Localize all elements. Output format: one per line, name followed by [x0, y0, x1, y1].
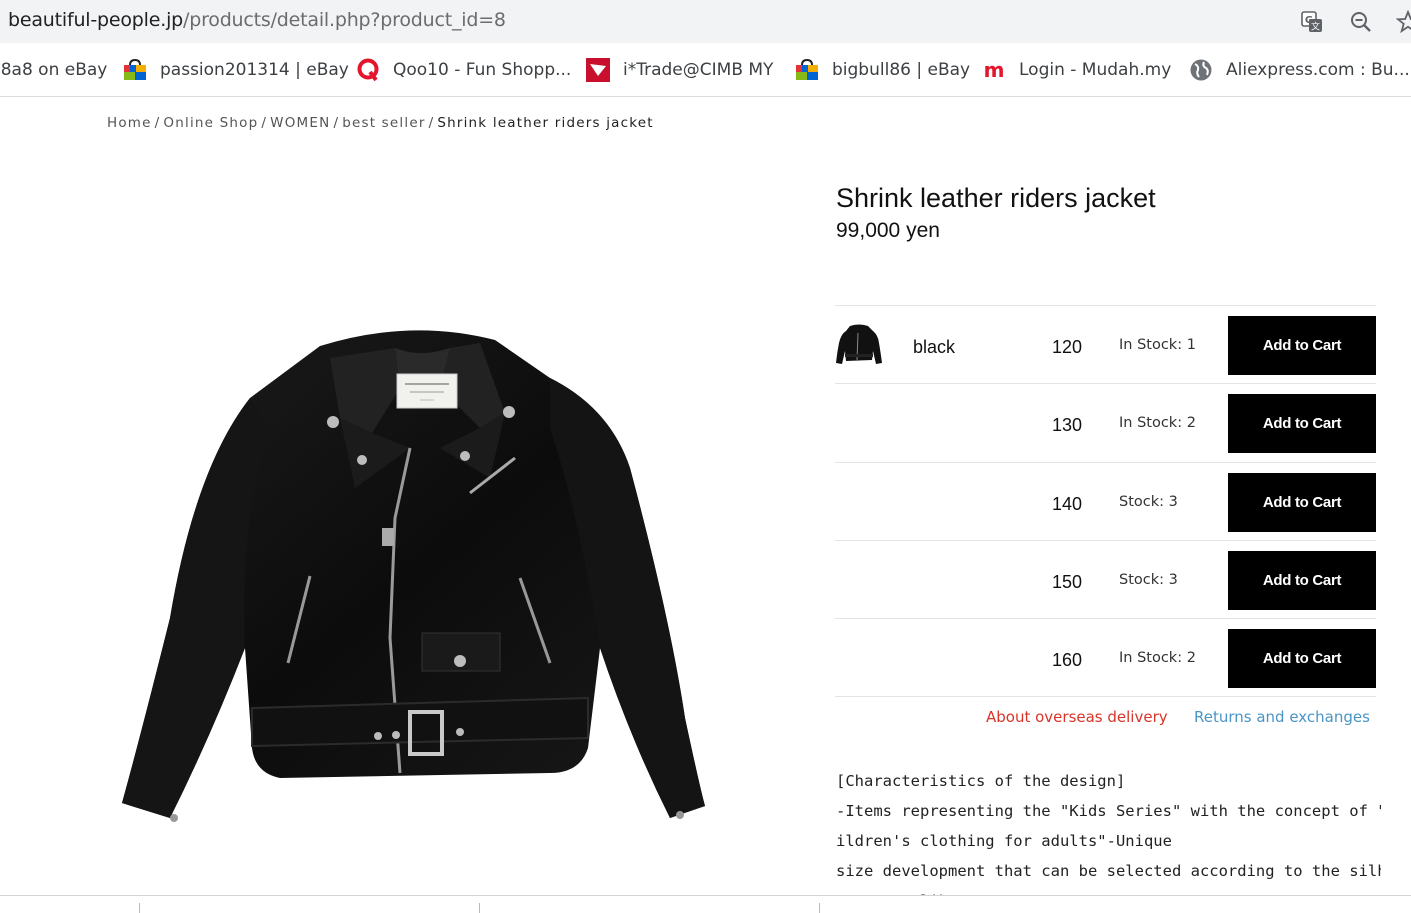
divider: [139, 903, 140, 913]
description-line: ette you like.: [836, 886, 1381, 895]
variant-size: 160: [1052, 650, 1083, 671]
bookmark-label: Login - Mudah.my: [1019, 60, 1172, 80]
svg-text:文: 文: [1311, 21, 1320, 33]
variant-row: 160 In Stock: 2 Add to Cart: [835, 619, 1376, 698]
breadcrumb-best-seller[interactable]: best seller: [342, 115, 425, 131]
bookmark-item[interactable]: m Login - Mudah.my: [981, 43, 1172, 96]
ebay-bag-icon: [796, 58, 818, 80]
breadcrumb-women[interactable]: WOMEN: [270, 115, 330, 131]
bookmark-item[interactable]: Qoo10 - Fun Shopp...: [355, 43, 572, 96]
bookmark-label: Qoo10 - Fun Shopp...: [393, 60, 572, 80]
variant-table: black 120 In Stock: 1 Add to Cart 130 In…: [835, 305, 1376, 698]
zoom-icon[interactable]: [1349, 10, 1373, 34]
variant-row: 140 Stock: 3 Add to Cart: [835, 463, 1376, 541]
variant-thumbnail[interactable]: [836, 323, 882, 365]
address-bar[interactable]: beautiful-people.jp/products/detail.php?…: [0, 0, 1411, 43]
product-image[interactable]: [110, 318, 720, 838]
bookmark-label: bigbull86 | eBay: [832, 60, 971, 80]
variant-stock: In Stock: 1: [1119, 337, 1196, 353]
variant-stock: In Stock: 2: [1119, 415, 1196, 432]
variant-stock: Stock: 3: [1119, 493, 1178, 510]
cimb-icon: [586, 58, 610, 82]
product-price: 99,000 yen: [836, 219, 940, 242]
url-text[interactable]: beautiful-people.jp/products/detail.php?…: [8, 9, 506, 31]
description-line: -Items representing the "Kids Series" wi…: [836, 802, 1381, 820]
divider: [479, 903, 480, 913]
variant-stock: In Stock: 2: [1119, 650, 1196, 667]
bookmarks-bar: l8a8 on eBay passion201314 | eBay Qoo10 …: [0, 43, 1411, 97]
variant-row: 150 Stock: 3 Add to Cart: [835, 541, 1376, 620]
bookmark-item[interactable]: Aliexpress.com : Bu...: [1188, 43, 1410, 96]
bookmark-star-icon[interactable]: [1396, 10, 1411, 34]
variant-stock: Stock: 3: [1119, 571, 1178, 588]
bottom-strip: [0, 895, 1411, 913]
translate-icon[interactable]: G 文: [1300, 10, 1324, 34]
variant-row: 130 In Stock: 2 Add to Cart: [835, 384, 1376, 463]
bookmark-label: Aliexpress.com : Bu...: [1226, 60, 1410, 80]
breadcrumb-separator: /: [428, 115, 435, 131]
description-line: ildren's clothing for adults"-Unique: [836, 832, 1172, 850]
globe-icon: [1190, 59, 1212, 81]
bookmark-item[interactable]: bigbull86 | eBay: [794, 43, 971, 96]
description-line: [Characteristics of the design]: [836, 772, 1126, 790]
mudah-icon: m: [984, 58, 1005, 82]
breadcrumb-home[interactable]: Home: [107, 115, 152, 131]
bookmark-item[interactable]: i*Trade@CIMB MY: [585, 43, 774, 96]
variant-size: 140: [1052, 493, 1083, 514]
breadcrumb-online-shop[interactable]: Online Shop: [163, 115, 258, 131]
divider: [819, 903, 820, 913]
breadcrumb: Home / Online Shop / WOMEN / best seller / Shrin…: [107, 115, 654, 131]
bookmark-label: i*Trade@CIMB MY: [623, 60, 774, 80]
returns-link[interactable]: Returns and exchanges: [1194, 708, 1370, 726]
description-line: size development that can be selected ac…: [836, 862, 1381, 880]
svg-text:m: m: [984, 58, 1005, 82]
breadcrumb-separator: /: [154, 115, 161, 131]
breadcrumb-separator: /: [333, 115, 340, 131]
breadcrumb-current: Shrink leather riders jacket: [437, 115, 654, 131]
breadcrumb-separator: /: [261, 115, 268, 131]
bookmark-label: l8a8 on eBay: [0, 60, 108, 80]
add-to-cart-button[interactable]: Add to Cart: [1228, 394, 1376, 454]
product-description: [Characteristics of the design] -Items r…: [836, 766, 1381, 895]
variant-size: 120: [1052, 337, 1083, 357]
overseas-delivery-link[interactable]: About overseas delivery: [986, 708, 1168, 726]
variant-row: black 120 In Stock: 1 Add to Cart: [835, 306, 1376, 385]
add-to-cart-button[interactable]: Add to Cart: [1228, 629, 1376, 689]
add-to-cart-button[interactable]: Add to Cart: [1228, 550, 1376, 610]
variant-color: black: [913, 337, 956, 357]
bookmark-label: passion201314 | eBay: [160, 60, 349, 80]
bookmark-item[interactable]: passion201314 | eBay: [122, 43, 349, 96]
bookmark-item[interactable]: l8a8 on eBay: [0, 43, 108, 96]
variant-size: 130: [1052, 415, 1083, 436]
url-path: /products/detail.php?product_id=8: [183, 9, 506, 31]
product-title: Shrink leather riders jacket: [836, 183, 1156, 213]
variant-size: 150: [1052, 571, 1083, 592]
url-host: beautiful-people.jp: [8, 9, 184, 31]
add-to-cart-button[interactable]: Add to Cart: [1228, 472, 1376, 532]
add-to-cart-button[interactable]: Add to Cart: [1228, 316, 1376, 375]
qoo10-icon: [357, 58, 379, 82]
ebay-bag-icon: [124, 58, 146, 80]
